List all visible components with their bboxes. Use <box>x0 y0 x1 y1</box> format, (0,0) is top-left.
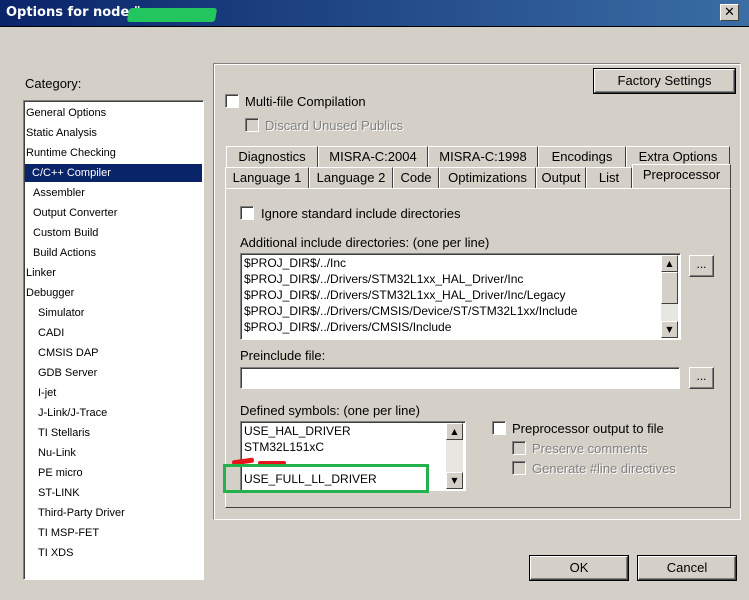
ok-button[interactable]: OK <box>530 556 628 580</box>
category-item-ti-xds[interactable]: TI XDS <box>36 544 75 562</box>
category-item-runtime-checking[interactable]: Runtime Checking <box>24 144 118 162</box>
scroll-up-icon[interactable]: ▲ <box>661 255 678 272</box>
include-dirs-label: Additional include directories: (one per… <box>240 235 490 250</box>
include-dir-line: $PROJ_DIR$/../Inc <box>244 256 347 270</box>
cancel-button[interactable]: Cancel <box>638 556 736 580</box>
category-item-gdb-server[interactable]: GDB Server <box>36 364 99 382</box>
tab-optimizations[interactable]: Optimizations <box>439 167 536 188</box>
category-item-static-analysis[interactable]: Static Analysis <box>24 124 99 142</box>
tab-diagnostics[interactable]: Diagnostics <box>226 146 318 167</box>
browse-preinclude-button[interactable]: ... <box>689 367 714 389</box>
generate-line-checkbox[interactable] <box>512 461 526 475</box>
close-icon: ✕ <box>724 5 735 20</box>
include-dir-line: $PROJ_DIR$/../Drivers/STM32L1xx_HAL_Driv… <box>244 272 524 286</box>
tab-list[interactable]: List <box>586 167 632 188</box>
category-item-cadi[interactable]: CADI <box>36 324 66 342</box>
defined-symbol-line: STM32L151xC <box>244 440 325 454</box>
highlight-box <box>223 464 429 493</box>
category-item-simulator[interactable]: Simulator <box>36 304 86 322</box>
tab-language-1[interactable]: Language 1 <box>225 167 309 188</box>
tab-output[interactable]: Output <box>536 167 586 188</box>
redaction-mark <box>126 8 218 22</box>
multifile-label: Multi-file Compilation <box>245 94 366 109</box>
preinclude-input[interactable] <box>240 367 680 389</box>
category-item-pe-micro[interactable]: PE micro <box>36 464 85 482</box>
category-label: Category: <box>25 76 82 91</box>
include-dir-line: $PROJ_DIR$/../Drivers/CMSIS/Device/ST/ST… <box>244 304 578 318</box>
category-item-general-options[interactable]: General Options <box>24 104 108 122</box>
include-dir-line: $PROJ_DIR$/../Drivers/CMSIS/Include <box>244 320 452 334</box>
include-dirs-scrollbar[interactable]: ▲ ▼ <box>661 255 678 338</box>
scroll-down-icon[interactable]: ▼ <box>446 472 463 489</box>
ignore-std-include-label: Ignore standard include directories <box>261 206 461 221</box>
preserve-comments-label: Preserve comments <box>532 441 648 456</box>
defined-symbol-line: USE_HAL_DRIVER <box>244 424 351 438</box>
category-item-cpp-compiler[interactable]: C/C++ Compiler <box>25 164 202 182</box>
category-item-build-actions[interactable]: Build Actions <box>31 244 98 262</box>
category-item-custom-build[interactable]: Custom Build <box>31 224 100 242</box>
category-item-third-party-driver[interactable]: Third-Party Driver <box>36 504 127 522</box>
defined-symbols-scrollbar[interactable]: ▲ ▼ <box>446 423 463 489</box>
defined-symbols-label: Defined symbols: (one per line) <box>240 403 420 418</box>
preprocessor-tab-page: Ignore standard include directories Addi… <box>225 188 731 508</box>
category-item-ti-msp-fet[interactable]: TI MSP-FET <box>36 524 101 542</box>
factory-settings-button[interactable]: Factory Settings <box>594 69 735 93</box>
scroll-down-icon[interactable]: ▼ <box>661 321 678 338</box>
preproc-output-label: Preprocessor output to file <box>512 421 664 436</box>
preinclude-label: Preinclude file: <box>240 348 326 363</box>
category-item-assembler[interactable]: Assembler <box>31 184 87 202</box>
discard-unused-label: Discard Unused Publics <box>265 118 404 133</box>
discard-unused-checkbox[interactable] <box>245 118 259 132</box>
scroll-up-icon[interactable]: ▲ <box>446 423 463 440</box>
preproc-output-checkbox[interactable] <box>492 421 506 435</box>
category-item-st-link[interactable]: ST-LINK <box>36 484 82 502</box>
category-item-linker[interactable]: Linker <box>24 264 58 282</box>
window-title: Options for node " <box>6 5 141 20</box>
category-item-i-jet[interactable]: I-jet <box>36 384 58 402</box>
close-button[interactable]: ✕ <box>720 4 739 21</box>
tab-misra-2004[interactable]: MISRA-C:2004 <box>318 146 428 167</box>
browse-include-button[interactable]: ... <box>689 255 714 277</box>
include-dirs-textarea[interactable]: $PROJ_DIR$/../Inc $PROJ_DIR$/../Drivers/… <box>240 253 681 340</box>
category-item-ti-stellaris[interactable]: TI Stellaris <box>36 424 92 442</box>
category-list[interactable]: General Options Static Analysis Runtime … <box>23 100 204 580</box>
scroll-thumb[interactable] <box>661 272 678 304</box>
tab-language-2[interactable]: Language 2 <box>309 167 393 188</box>
category-item-nu-link[interactable]: Nu-Link <box>36 444 78 462</box>
tab-encodings[interactable]: Encodings <box>538 146 626 167</box>
include-dir-line: $PROJ_DIR$/../Drivers/STM32L1xx_HAL_Driv… <box>244 288 566 302</box>
category-item-jlink[interactable]: J-Link/J-Trace <box>36 404 109 422</box>
tab-misra-1998[interactable]: MISRA-C:1998 <box>428 146 538 167</box>
multifile-checkbox[interactable] <box>225 94 239 108</box>
category-item-output-converter[interactable]: Output Converter <box>31 204 119 222</box>
category-item-debugger[interactable]: Debugger <box>24 284 76 302</box>
title-bar: Options for node " ✕ <box>0 0 749 27</box>
ignore-std-include-checkbox[interactable] <box>240 206 254 220</box>
generate-line-label: Generate #line directives <box>532 461 676 476</box>
category-item-cmsis-dap[interactable]: CMSIS DAP <box>36 344 101 362</box>
preserve-comments-checkbox[interactable] <box>512 441 526 455</box>
tab-preprocessor[interactable]: Preprocessor <box>632 164 731 188</box>
tab-code[interactable]: Code <box>393 167 439 188</box>
